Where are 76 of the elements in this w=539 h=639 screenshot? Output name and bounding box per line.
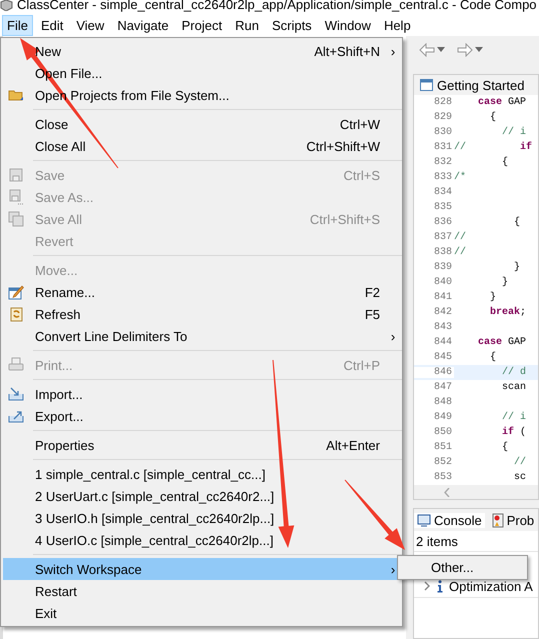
code-text: // (454, 247, 466, 258)
code-text: if (519, 142, 532, 153)
code-text: /* (454, 172, 466, 183)
menu-item[interactable]: Import... (3, 383, 400, 405)
code-text: // i (501, 412, 526, 423)
code-text: // (454, 232, 466, 243)
code-text: case (477, 97, 502, 108)
menu-bar-item[interactable]: Help (378, 14, 416, 36)
menu-item[interactable]: Exit (3, 602, 400, 624)
code-text: } (489, 292, 496, 303)
printer-icon (8, 357, 24, 373)
code-text: case (477, 337, 502, 348)
menu-item[interactable]: Convert Line Delimiters To › (3, 325, 400, 347)
code-text: GAP (507, 97, 526, 108)
menu-item[interactable]: 4 UserIO.c [simple_central_cc2640r2lp...] (3, 529, 400, 551)
code-text: { (501, 442, 508, 453)
items-count: 2 items (416, 534, 458, 548)
monitor-icon (417, 514, 431, 526)
code-text: } (513, 262, 520, 273)
app-icon (0, 0, 13, 11)
line-number: 846 (414, 367, 454, 378)
info-icon (437, 580, 443, 592)
menu-item[interactable]: Rename... F2 (3, 281, 400, 303)
menu-item[interactable]: 2 UserUart.c [simple_central_cc2640r2...] (3, 485, 400, 507)
import-icon (8, 386, 24, 402)
disk-icon (8, 189, 24, 205)
menu-item[interactable]: Properties Alt+Enter (3, 434, 400, 456)
menu-bar-item[interactable]: Navigate (112, 14, 174, 36)
dropdown-icon[interactable] (437, 47, 445, 53)
dropdown-icon[interactable] (475, 47, 483, 53)
code-text: scan (501, 382, 526, 393)
code-text: { (489, 112, 496, 123)
menu-item[interactable]: Other... (398, 558, 527, 577)
window-icon (420, 79, 433, 91)
menu-item[interactable]: Close All Ctrl+Shift+W (3, 135, 400, 157)
menu-item[interactable]: New Alt+Shift+N › (3, 40, 400, 62)
scroll-left-icon[interactable] (444, 488, 450, 496)
menu-bar-item[interactable]: View (71, 14, 110, 36)
code-text: sc (513, 472, 526, 483)
menu-bar-item[interactable]: Scripts (266, 14, 317, 36)
pencil-window-icon (8, 284, 24, 300)
code-text: if (501, 427, 514, 438)
menu-bar-item[interactable]: File (2, 14, 33, 36)
menu-bar-item[interactable]: Window (320, 14, 376, 36)
panel-tab[interactable]: Console (414, 512, 485, 528)
menu-bar-item[interactable]: Run (230, 14, 264, 36)
code-text: GAP (507, 337, 526, 348)
code-text: { (501, 157, 508, 168)
back-arrow-icon[interactable] (419, 43, 435, 57)
code-text: // i (501, 127, 526, 138)
code-text: { (489, 352, 496, 363)
menu-bar-item[interactable]: Edit (36, 14, 68, 36)
code-text: // (513, 457, 526, 468)
menu-bar-item[interactable]: Project (176, 14, 228, 36)
warning-document-icon (492, 512, 504, 528)
menu-item[interactable]: Switch Workspace › (3, 558, 400, 580)
menu-item[interactable]: Close Ctrl+W (3, 113, 400, 135)
tree-item[interactable]: Optimization A (449, 578, 533, 594)
disks-icon (8, 211, 24, 227)
panel-tab[interactable]: Prob (488, 512, 538, 528)
forward-arrow-icon[interactable] (457, 43, 473, 57)
menu-item[interactable]: Restart (3, 580, 400, 602)
code-text: ( (519, 427, 526, 438)
code-text: break (489, 307, 520, 318)
expand-icon[interactable] (424, 581, 431, 591)
code-text: { (513, 217, 520, 228)
menu-item[interactable]: 1 simple_central.c [simple_central_cc...] (3, 463, 400, 485)
code-text: ; (520, 307, 526, 318)
annotation-arrow (344, 480, 405, 550)
code-text: } (501, 277, 508, 288)
code-text: // d (501, 367, 526, 378)
menu-item[interactable]: Export... (3, 405, 400, 427)
menu-item[interactable]: 3 UserIO.h [simple_central_cc2640r2lp...] (3, 507, 400, 529)
refresh-icon (8, 306, 24, 322)
menu-item[interactable]: Refresh F5 (3, 303, 400, 325)
code-text: // (454, 142, 466, 153)
